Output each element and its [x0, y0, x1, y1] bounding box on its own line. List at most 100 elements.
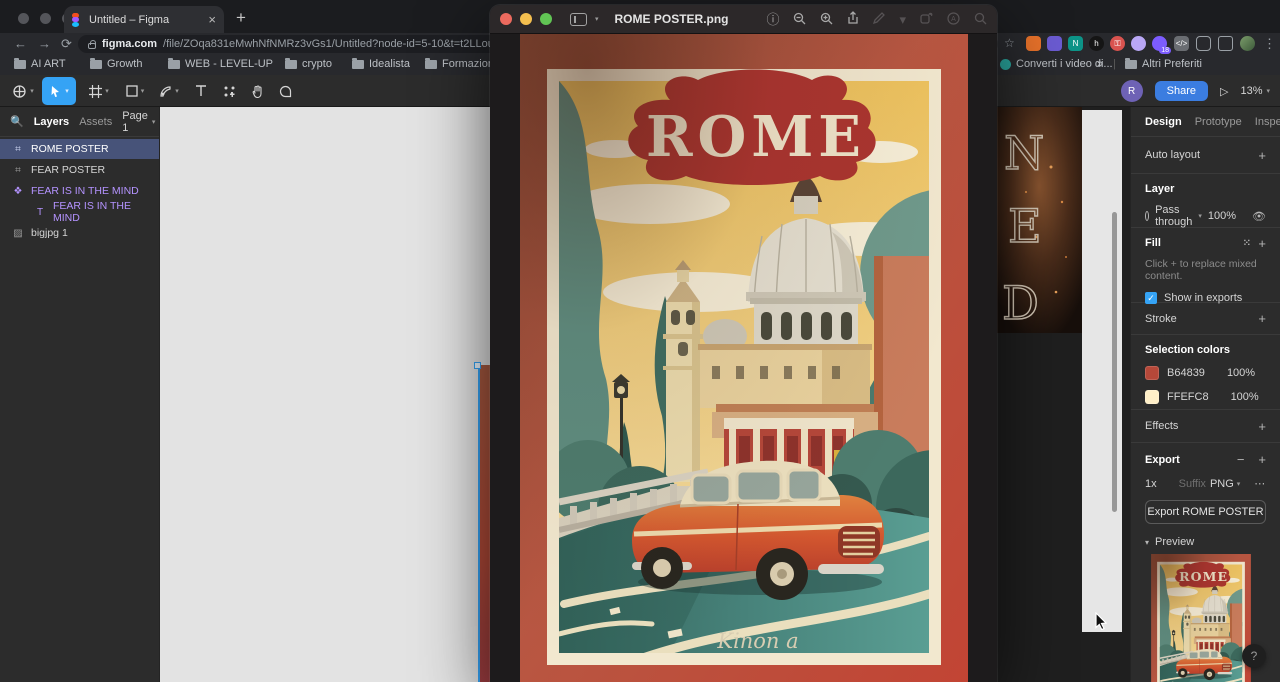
profile-avatar[interactable] — [1240, 36, 1255, 51]
export-scale[interactable]: 1x — [1145, 478, 1157, 490]
layer-row-fear-poster[interactable]: ⌗ FEAR POSTER — [0, 160, 159, 180]
visibility-eye-icon[interactable]: 👁 — [1252, 210, 1266, 223]
resources-tool-button[interactable] — [216, 77, 242, 105]
tab-inspect[interactable]: Inspect — [1255, 116, 1280, 128]
layer-row-image[interactable]: ▨ bigjpg 1 — [0, 223, 159, 243]
zoom-level-control[interactable]: 13% ▾ — [1240, 85, 1270, 97]
bookmark-folder[interactable]: Idealista — [352, 57, 410, 70]
canvas-scrollbar[interactable] — [1112, 212, 1117, 512]
fear-poster-canvas[interactable]: N E D — [996, 107, 1082, 333]
bookmark-folder[interactable]: Growth — [90, 57, 142, 70]
divider: | — [1113, 58, 1116, 70]
add-stroke-icon[interactable]: + — [1258, 311, 1266, 326]
extension-badge-icon[interactable]: 18 — [1152, 36, 1171, 54]
comment-tool-button[interactable] — [272, 77, 298, 105]
add-effect-icon[interactable]: + — [1258, 419, 1266, 434]
page-selector[interactable]: Page 1 ▾ — [122, 110, 155, 134]
extensions-puzzle-icon[interactable] — [1196, 36, 1211, 51]
back-icon[interactable]: ← — [14, 36, 27, 51]
selection-handle[interactable] — [474, 362, 481, 369]
ql-close-button[interactable] — [500, 13, 512, 25]
blend-mode-value[interactable]: Pass through — [1155, 204, 1192, 228]
extension-teal-icon[interactable]: N — [1068, 36, 1083, 51]
new-tab-button[interactable]: + — [236, 8, 246, 28]
tab-prototype[interactable]: Prototype — [1195, 116, 1242, 128]
reading-box-icon[interactable] — [1218, 36, 1233, 51]
layer-row-component[interactable]: ❖ FEAR IS IN THE MIND — [0, 181, 159, 201]
converter-icon — [1000, 58, 1011, 70]
layer-row-text[interactable]: T FEAR IS IN THE MIND — [0, 200, 159, 224]
tab-layers[interactable]: Layers — [34, 116, 69, 128]
annotate-icon[interactable]: A — [947, 11, 960, 27]
add-auto-layout-icon[interactable]: + — [1258, 148, 1266, 163]
quicklook-titlebar[interactable]: ▾ ROME POSTER.png ⓘ ▾ A — [490, 5, 997, 34]
remove-export-icon[interactable]: − — [1237, 452, 1245, 467]
chevron-down-icon[interactable]: ▾ — [1198, 212, 1202, 220]
bookmark-folder[interactable]: crypto — [285, 57, 332, 70]
hand-tool-button[interactable] — [244, 77, 270, 105]
window-minimize-button[interactable] — [40, 13, 51, 24]
preview-disclosure-icon[interactable]: ▾ — [1145, 538, 1149, 547]
extension-purple-icon[interactable] — [1047, 36, 1062, 51]
layer-row-rome-poster[interactable]: ⌗ ROME POSTER — [0, 139, 159, 159]
add-fill-icon[interactable]: + — [1258, 236, 1266, 251]
bookmark-converti[interactable]: Converti i video di... — [1000, 58, 1113, 70]
extension-dark-icon[interactable]: h — [1089, 36, 1104, 51]
tab-design[interactable]: Design — [1145, 116, 1182, 128]
browser-tab[interactable]: Untitled – Figma × — [64, 6, 224, 33]
frame-tool-button[interactable]: ▾ — [82, 77, 116, 105]
blend-mode-icon[interactable] — [1145, 211, 1150, 221]
export-format-select[interactable]: PNG ▾ — [1210, 478, 1240, 490]
zoom-out-icon[interactable] — [793, 12, 806, 27]
rotate-icon[interactable] — [920, 12, 933, 26]
move-tool-button[interactable]: ▾ — [42, 77, 76, 105]
selection-color-row[interactable]: FFEFC8 100% — [1145, 390, 1266, 404]
color-swatch[interactable] — [1145, 366, 1159, 380]
extension-lavender-icon[interactable] — [1131, 36, 1146, 51]
ql-minimize-button[interactable] — [520, 13, 532, 25]
share-icon[interactable] — [847, 11, 859, 27]
zoom-in-icon[interactable] — [820, 12, 833, 27]
layer-opacity[interactable]: 100% — [1208, 210, 1236, 222]
window-close-button[interactable] — [18, 13, 29, 24]
tab-close-icon[interactable]: × — [208, 12, 216, 27]
other-bookmarks[interactable]: Altri Preferiti — [1125, 57, 1202, 70]
forward-icon[interactable]: → — [38, 36, 51, 51]
extension-key-icon[interactable]: ⚿ — [1110, 36, 1125, 51]
add-export-icon[interactable]: + — [1258, 452, 1266, 467]
bookmark-folder[interactable]: Formazione — [425, 57, 500, 70]
figma-left-panel: 🔍 Layers Assets Page 1 ▾ ⌗ ROME POSTER ⌗ … — [0, 107, 160, 682]
user-avatar[interactable]: R — [1120, 80, 1143, 102]
search-icon[interactable] — [974, 12, 987, 27]
main-menu-button[interactable]: ▾ — [6, 77, 40, 105]
export-more-icon[interactable]: ⋯ — [1254, 477, 1266, 490]
present-icon[interactable]: ▷ — [1220, 85, 1228, 98]
ql-zoom-button[interactable] — [540, 13, 552, 25]
help-button[interactable]: ? — [1242, 644, 1266, 668]
text-tool-button[interactable] — [188, 77, 214, 105]
extension-code-icon[interactable]: </> — [1174, 36, 1189, 51]
rome-poster-canvas-edge[interactable] — [478, 365, 490, 682]
fill-styles-icon[interactable]: ⁙ — [1243, 238, 1252, 249]
ql-sidebar-toggle-icon[interactable] — [570, 12, 587, 26]
color-swatch[interactable] — [1145, 390, 1159, 404]
selection-color-row[interactable]: B64839 100% — [1145, 366, 1266, 380]
info-icon[interactable]: ⓘ — [766, 13, 779, 26]
markup-pen-icon[interactable] — [873, 12, 886, 26]
search-icon[interactable]: 🔍 — [10, 115, 24, 128]
bookmark-folder[interactable]: WEB - LEVEL-UP — [168, 57, 273, 70]
export-suffix-placeholder[interactable]: Suffix — [1179, 478, 1206, 490]
shape-tool-button[interactable]: ▾ — [118, 77, 152, 105]
pen-tool-button[interactable]: ▾ — [152, 77, 186, 105]
bookmarks-overflow-icon[interactable]: » — [1097, 58, 1103, 70]
bookmark-folder[interactable]: AI ART — [14, 57, 66, 70]
export-button[interactable]: Export ROME POSTER — [1145, 500, 1266, 524]
bookmark-star-icon[interactable]: ☆ — [1004, 36, 1015, 50]
chevron-down-icon[interactable]: ▾ — [899, 13, 906, 26]
chrome-menu-icon[interactable]: ⋮ — [1263, 36, 1276, 52]
tab-assets[interactable]: Assets — [79, 116, 112, 128]
share-button[interactable]: Share — [1154, 81, 1208, 101]
chevron-down-icon[interactable]: ▾ — [595, 15, 599, 23]
reload-icon[interactable]: ⟳ — [61, 36, 72, 52]
extension-metamask-icon[interactable] — [1026, 36, 1041, 51]
